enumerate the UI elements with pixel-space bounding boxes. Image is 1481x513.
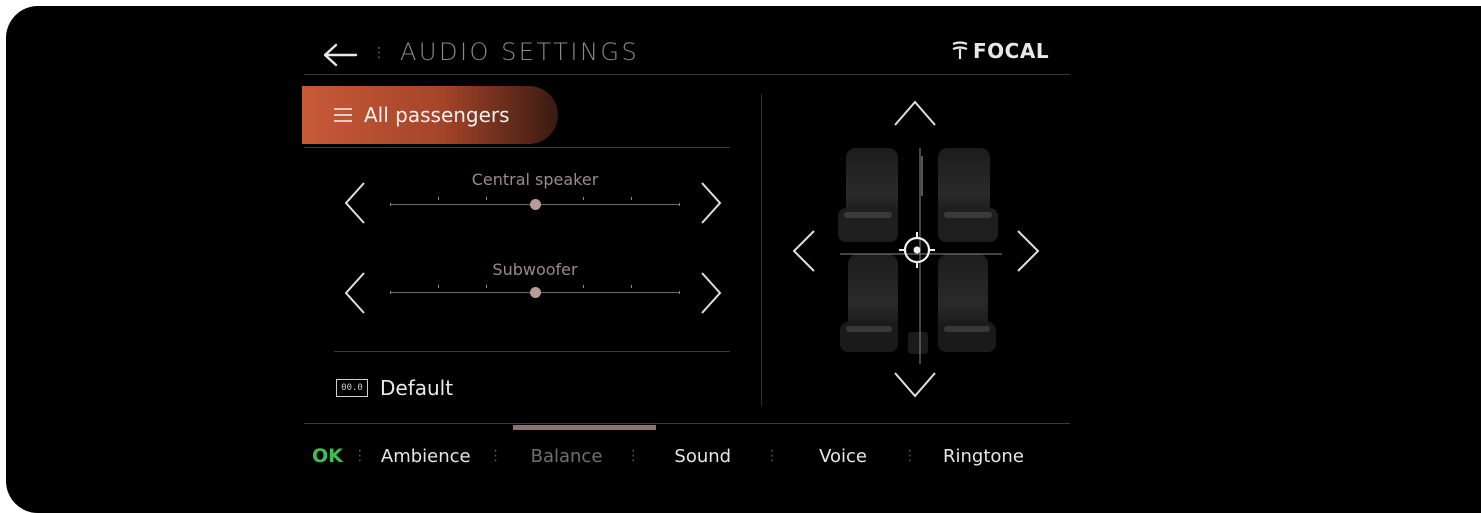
front-left-seat — [838, 148, 898, 242]
zone-selector-button[interactable]: All passengers — [302, 86, 558, 144]
zone-label: All passengers — [364, 103, 510, 127]
subwoofer-decrease-icon[interactable] — [340, 271, 370, 315]
slider-tick — [679, 203, 680, 206]
slider-tick — [583, 197, 584, 200]
balance-target-icon[interactable] — [899, 232, 935, 268]
subwoofer-label: Subwoofer — [492, 260, 578, 279]
balance-right-icon[interactable] — [1014, 228, 1042, 274]
slider-tick — [438, 197, 439, 200]
audio-settings-screen: ⋮ AUDIO SETTINGS FOCAL All passengers Ce… — [6, 6, 1481, 513]
slider-tick — [390, 203, 391, 206]
default-button[interactable]: 00.0 Default — [336, 376, 453, 400]
brand-logo: FOCAL — [951, 39, 1049, 63]
slider-tick — [631, 285, 632, 288]
central-speaker-slider[interactable] — [390, 197, 680, 211]
brand-name: FOCAL — [973, 39, 1050, 63]
slider-tick — [679, 291, 680, 294]
ok-button[interactable]: OK — [312, 445, 343, 467]
active-tab-indicator — [513, 425, 656, 430]
rear-left-seat — [840, 254, 898, 352]
tab-separator: ⋮ — [903, 448, 917, 464]
header-separator: ⋮ — [372, 45, 386, 61]
slider-tick — [583, 285, 584, 288]
header-divider — [304, 74, 1070, 75]
tab-ringtone[interactable]: Ringtone — [943, 446, 1024, 467]
tab-balance[interactable]: Balance — [531, 446, 603, 467]
back-arrow-icon[interactable] — [322, 42, 358, 68]
slider-tick — [486, 285, 487, 288]
tab-separator: ⋮ — [626, 448, 641, 464]
slider-tick — [390, 291, 391, 294]
front-right-seat — [938, 148, 998, 242]
zone-divider — [304, 147, 730, 148]
tab-separator: ⋮ — [352, 448, 367, 464]
tabs-divider — [304, 423, 1070, 424]
panel-divider — [761, 94, 762, 406]
balance-left-icon[interactable] — [790, 228, 818, 274]
tab-ambience[interactable]: Ambience — [381, 446, 471, 467]
subwoofer-slider[interactable] — [390, 285, 680, 299]
subwoofer-increase-icon[interactable] — [696, 271, 726, 315]
menu-icon — [334, 108, 352, 122]
slider-tick — [438, 285, 439, 288]
slider-thumb[interactable] — [530, 199, 541, 210]
rear-right-seat — [938, 254, 996, 352]
balance-up-icon[interactable] — [892, 98, 938, 128]
focal-logo-icon — [952, 41, 968, 59]
page-title: AUDIO SETTINGS — [400, 38, 640, 66]
tab-separator: ⋮ — [765, 448, 780, 464]
central-speaker-increase-icon[interactable] — [696, 181, 726, 225]
slider-tick — [631, 197, 632, 200]
tab-voice[interactable]: Voice — [819, 446, 867, 467]
tab-separator: ⋮ — [488, 448, 503, 464]
center-console — [908, 332, 928, 354]
central-speaker-label: Central speaker — [471, 170, 599, 189]
slider-tick — [486, 197, 487, 200]
slider-thumb[interactable] — [530, 287, 541, 298]
reset-icon: 00.0 — [336, 379, 368, 397]
tab-sound[interactable]: Sound — [674, 446, 731, 467]
default-label: Default — [380, 376, 454, 400]
bottom-tab-bar: OK ⋮ Ambience ⋮ Balance ⋮ Sound ⋮ Voice … — [312, 438, 1024, 474]
central-speaker-decrease-icon[interactable] — [340, 181, 370, 225]
sliders-divider — [334, 351, 730, 352]
